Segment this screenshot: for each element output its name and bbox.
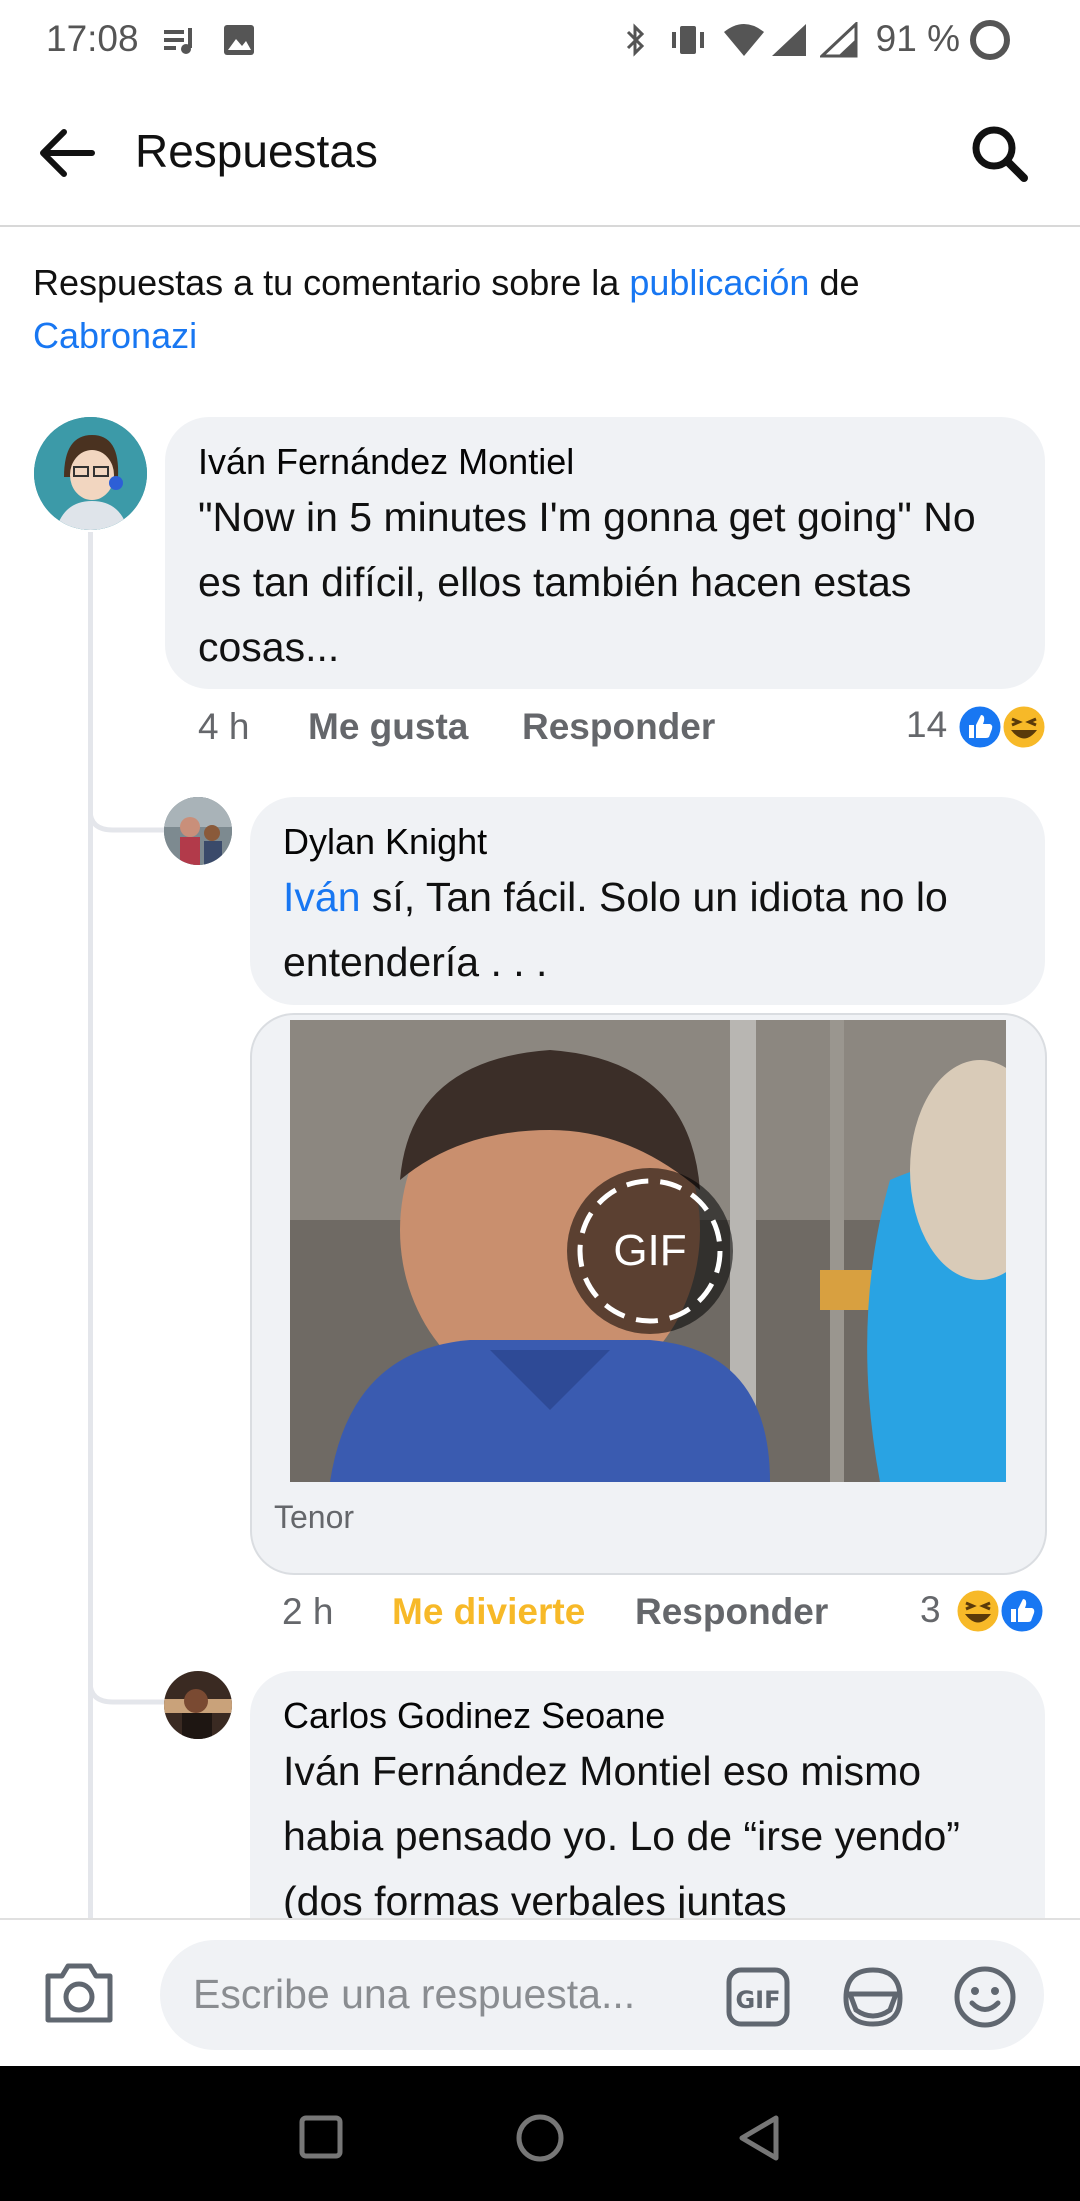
haha-reaction-button[interactable]: Me divierte [392, 1591, 585, 1633]
avatar-photo [164, 1671, 232, 1739]
comment-bubble: Iván Fernández Montiel "Now in 5 minutes… [165, 417, 1045, 689]
comment-author[interactable]: Iván Fernández Montiel [198, 441, 574, 483]
home-icon[interactable] [514, 2112, 566, 2164]
reply-input[interactable]: Escribe una respuesta... GIF [160, 1940, 1044, 2050]
comment-author[interactable]: Dylan Knight [283, 821, 487, 863]
reply-button[interactable]: Responder [635, 1591, 828, 1633]
sticker-icon[interactable] [838, 1962, 908, 2032]
mention-link[interactable]: Iván [283, 874, 361, 920]
avatar-illustration [34, 417, 147, 530]
avatar[interactable] [164, 1671, 232, 1739]
back-arrow-icon[interactable] [36, 122, 98, 184]
comment-text: Iván Fernández Montiel eso mismo habia p… [283, 1748, 960, 1924]
gif-preview[interactable]: GIF [290, 1020, 1006, 1482]
avatar-photo [164, 797, 232, 865]
status-bar: 17:08 91 % [0, 0, 1080, 80]
haha-reaction-icon [954, 1587, 1002, 1635]
svg-text:GIF: GIF [735, 1986, 780, 2014]
reaction-count[interactable]: 3 [920, 1589, 941, 1631]
comment-time: 4 h [198, 706, 250, 747]
emoji-icon[interactable] [952, 1964, 1018, 2030]
gif-source[interactable]: Tenor [274, 1499, 354, 1536]
app-header: Respuestas [0, 80, 1080, 227]
page-link[interactable]: Cabronazi [33, 315, 197, 356]
gif-attachment[interactable]: GIF Tenor [250, 1013, 1047, 1575]
page-title: Respuestas [135, 125, 378, 177]
system-nav-bar [0, 2066, 1080, 2201]
back-icon[interactable] [736, 2112, 782, 2164]
bluetooth-icon [626, 23, 645, 57]
thread-connector [88, 790, 166, 833]
signal-icon [772, 24, 806, 56]
like-reaction-icon [956, 703, 1004, 751]
comment-text: "Now in 5 minutes I'm gonna get going" N… [198, 494, 976, 670]
signal-icon [820, 22, 858, 58]
comment-text: sí, Tan fácil. Solo un idiota no lo ente… [283, 874, 948, 985]
thread-connector [88, 1662, 166, 1705]
camera-icon[interactable] [42, 1960, 116, 2026]
like-button[interactable]: Me gusta [308, 706, 468, 748]
avatar[interactable] [34, 417, 147, 530]
thread-line [88, 532, 93, 1922]
reaction-count[interactable]: 14 [906, 704, 947, 746]
post-link[interactable]: publicación [629, 262, 809, 303]
image-notification-icon [224, 25, 254, 55]
clock: 17:08 [46, 18, 139, 59]
reply-button[interactable]: Responder [522, 706, 715, 748]
battery-percentage: 91 % [875, 18, 960, 59]
search-icon[interactable] [968, 122, 1030, 184]
gif-icon[interactable]: GIF [725, 1966, 791, 2028]
reply-context: Respuestas a tu comentario sobre la publ… [33, 256, 1033, 362]
gif-label: GIF [613, 1226, 687, 1275]
context-middle: de [809, 262, 860, 303]
comment-time: 2 h [282, 1591, 334, 1632]
battery-icon [970, 20, 1010, 60]
reply-input-placeholder: Escribe una respuesta... [193, 1971, 636, 2017]
gif-play-badge[interactable]: GIF [567, 1168, 733, 1334]
music-queue-icon [164, 28, 192, 54]
comment-bubble: Dylan Knight Iván sí, Tan fácil. Solo un… [250, 797, 1045, 1005]
wifi-icon [724, 24, 764, 56]
vibrate-icon [672, 26, 704, 54]
reply-composer: Escribe una respuesta... GIF [0, 1918, 1080, 2068]
reaction-summary[interactable] [954, 1587, 1046, 1635]
recents-icon[interactable] [298, 2114, 344, 2160]
reaction-summary[interactable] [956, 703, 1048, 751]
comment-author[interactable]: Carlos Godinez Seoane [283, 1695, 665, 1737]
avatar[interactable] [164, 797, 232, 865]
like-reaction-icon [998, 1587, 1046, 1635]
context-prefix: Respuestas a tu comentario sobre la [33, 262, 630, 303]
haha-reaction-icon [1000, 703, 1048, 751]
